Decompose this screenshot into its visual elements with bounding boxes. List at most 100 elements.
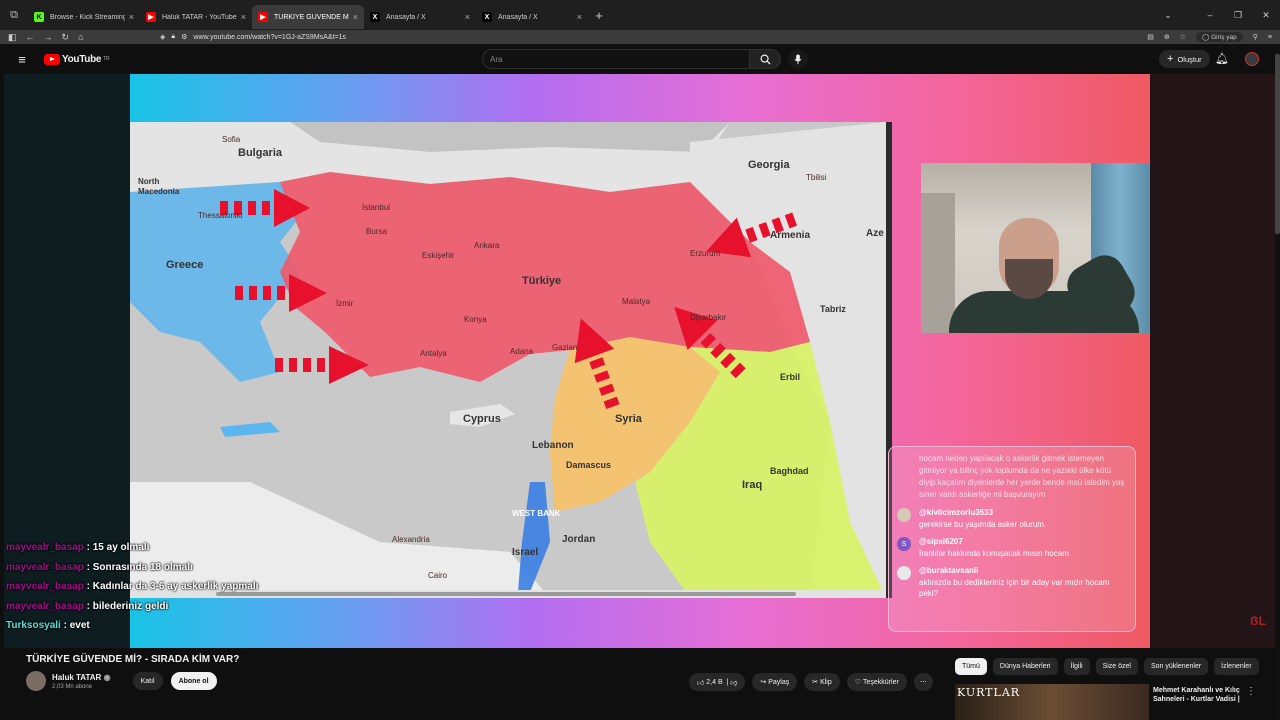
map-city-bursa: Bursa [366, 227, 387, 236]
tab-close-icon[interactable]: × [353, 12, 358, 22]
filter-chip[interactable]: Tümü [955, 658, 987, 675]
map-city-thessaloniki: Thessaloniki [198, 211, 243, 220]
chat-avatar: S [897, 537, 911, 551]
tab-favicon-icon: K [34, 12, 44, 22]
voice-search-button[interactable] [788, 49, 808, 69]
thanks-button[interactable]: ♡ Teşekkürler [846, 673, 907, 691]
tab-close-icon[interactable]: × [129, 12, 134, 22]
tab-list-chevron-icon[interactable]: ⌄ [1154, 10, 1182, 21]
bookmark-icon[interactable]: ☆ [1180, 33, 1186, 41]
address-bar: ◧ ← → ↻ ⌂ ◈ 🔒︎ ⚙ www.youtube.com/watch?v… [0, 30, 1280, 44]
extensions-icon[interactable]: ⚲ [1253, 33, 1258, 41]
home-icon[interactable]: ⌂ [78, 32, 83, 43]
clip-button[interactable]: ✂ Klip [804, 673, 840, 691]
chat-text: aklınızda bu dedikleriniz için bir aday … [919, 578, 1110, 598]
filter-chip[interactable]: Son yüklenenler [1143, 658, 1209, 675]
map-city-izmir: İzmir [336, 299, 354, 308]
recommended-thumbnail[interactable]: KURTLAR [955, 684, 1149, 720]
new-tab-button[interactable]: + [588, 8, 610, 23]
filter-chips: Tümü Dünya Haberleri İlgili Size özel Son yü… [955, 658, 1259, 675]
tab-favicon-icon: X [482, 12, 492, 22]
restore-icon[interactable]: ❐ [1224, 10, 1252, 21]
search-button[interactable] [749, 49, 781, 69]
thumbs-down-icon[interactable]: 👎︎ [730, 678, 737, 687]
notifications-bell-icon[interactable]: 🔔︎ [1215, 52, 1229, 65]
map-label-armenia: Armenia [770, 230, 810, 241]
like-count: 2,4 B [706, 678, 723, 686]
overlay-chat-user: Turksosyali [6, 620, 61, 631]
tab-close-icon[interactable]: × [577, 12, 582, 22]
join-button[interactable]: Katıl [132, 672, 163, 690]
video-frame[interactable]: Bulgaria North Macedonia Greece Türkiye … [130, 74, 1150, 648]
map-city-malatya: Malatya [622, 297, 651, 306]
scissors-icon: ✂ [812, 679, 819, 686]
forward-icon[interactable]: → [44, 32, 53, 43]
chat-username[interactable]: @sipsi6207 [919, 537, 1069, 546]
map-label-bulgaria: Bulgaria [238, 147, 283, 159]
shield-icon[interactable]: ◈ [160, 33, 165, 41]
sidebar-toggle-icon[interactable]: ◧ [8, 32, 17, 43]
map-label-greece: Greece [166, 259, 203, 271]
browser-tab[interactable]: X Anasayfa / X × [364, 5, 476, 29]
like-button[interactable]: 👍︎ 2,4 B | 👎︎ [689, 673, 746, 691]
menu-icon[interactable]: ≡ [1268, 34, 1272, 41]
filter-chip[interactable]: Dünya Haberleri [992, 658, 1058, 675]
overlay-chat-text: : 15 ay olmalı [86, 542, 150, 553]
browser-tab[interactable]: K Browse - Kick Streaming × [28, 5, 140, 29]
search-input[interactable]: Ara [482, 49, 750, 69]
map-label-iraq: Iraq [742, 479, 762, 491]
reload-icon[interactable]: ↻ [62, 32, 70, 43]
filter-chip[interactable]: İzlenenler [1214, 658, 1259, 675]
page-scrollbar[interactable] [1275, 44, 1280, 720]
filter-chip[interactable]: İlgili [1063, 658, 1090, 675]
tab-close-icon[interactable]: × [241, 12, 246, 22]
youtube-play-icon [44, 53, 60, 65]
share-button[interactable]: ↪ Paylaş [752, 673, 798, 691]
youtube-logo[interactable]: YouTube TR [44, 53, 110, 65]
chat-username[interactable]: @kivilcimzorlu3533 [919, 508, 1046, 517]
recommended-title[interactable]: Mehmet Karahanlı ve Kılıç Sahneleri - Ku… [1153, 686, 1253, 704]
chat-avatar [897, 566, 911, 580]
subscribe-button[interactable]: Abone ol [170, 672, 217, 690]
map-city-gaziantep: Gazian [552, 343, 577, 352]
hamburger-icon[interactable]: ≡ [0, 52, 44, 67]
filter-chip[interactable]: Size özel [1095, 658, 1138, 675]
browser-tab[interactable]: X Anasayfa / X × [476, 5, 588, 29]
channel-name[interactable]: Haluk TATAR ◉ [52, 673, 111, 682]
account-avatar[interactable] [1245, 52, 1259, 66]
close-window-icon[interactable]: ✕ [1252, 10, 1280, 21]
back-icon[interactable]: ← [26, 32, 35, 43]
thumbs-up-icon: 👍︎ [697, 679, 705, 687]
tab-title: Anasayfa / X [386, 13, 426, 21]
reader-icon[interactable]: ▤ [1147, 33, 1154, 41]
page-scrollbar-thumb[interactable] [1275, 54, 1280, 234]
zoom-icon[interactable]: ⊕ [1164, 33, 1170, 41]
more-actions-button[interactable]: ⋯ [913, 673, 933, 691]
map-city-eskisehir: Eskişehir [422, 251, 455, 260]
map-city-konya: Konya [464, 315, 487, 324]
minimize-icon[interactable]: – [1196, 10, 1224, 20]
map-scrollbar-thumb[interactable] [216, 592, 796, 596]
browser-tab[interactable]: ▶ Haluk TATAR - YouTube × [140, 5, 252, 29]
overlay-chat-line: mayvealr_basap : bilederiniz geldi [6, 597, 258, 617]
video-player[interactable]: Bulgaria North Macedonia Greece Türkiye … [4, 74, 1275, 648]
chat-username[interactable]: @buraktavsanli [919, 566, 1127, 575]
channel-avatar[interactable] [26, 671, 46, 691]
login-button[interactable]: ◯ Giriş yap [1196, 32, 1243, 42]
overlay-chat-user: mayvealr_basap [6, 561, 84, 573]
tab-close-icon[interactable]: × [465, 12, 470, 22]
overlay-chat-text: : evet [63, 620, 90, 631]
create-button[interactable]: + Oluştur [1159, 50, 1210, 68]
browser-tab[interactable]: ▶ TÜRKİYE GÜVENDE Mİ? - S × [252, 5, 364, 29]
reco-more-icon[interactable]: ⋮ [1246, 686, 1256, 697]
stream-chat-overlay: mayvealr_basap : 15 ay olmalı mayvealr_ba… [6, 538, 258, 636]
lock-icon[interactable]: 🔒︎ [171, 33, 175, 41]
tab-actions-icon[interactable]: ⧉ [0, 0, 28, 30]
search-placeholder: Ara [490, 55, 503, 64]
url-text: www.youtube.com/watch?v=1GJ-aZS9MsA&t=1s [193, 33, 346, 41]
map-city-alexandria: Alexandria [392, 535, 430, 544]
map-window: Bulgaria North Macedonia Greece Türkiye … [130, 122, 892, 598]
permissions-icon[interactable]: ⚙ [181, 33, 187, 41]
url-field[interactable]: ◈ 🔒︎ ⚙ www.youtube.com/watch?v=1GJ-aZS9M… [160, 33, 1147, 41]
chat-text: gerekirse bu yaşımda asker olurum. [919, 520, 1047, 529]
